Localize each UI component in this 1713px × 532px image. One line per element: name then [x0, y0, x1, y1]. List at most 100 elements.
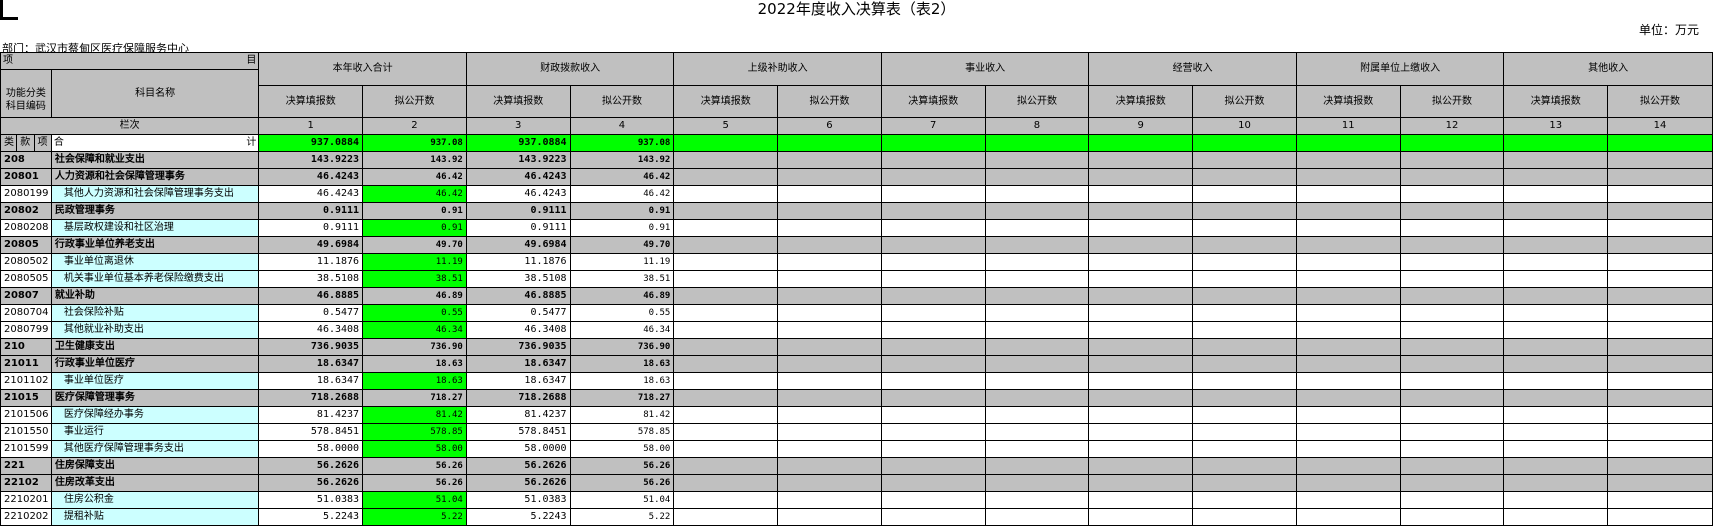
row-value-13[interactable]: [1503, 440, 1609, 458]
row-value-13[interactable]: [1503, 423, 1609, 441]
row-value-4[interactable]: 18.63: [569, 372, 675, 390]
row-value-7[interactable]: [880, 304, 986, 322]
row-value-4[interactable]: 0.91: [569, 202, 675, 220]
row-value-13[interactable]: [1503, 474, 1609, 492]
row-value-5[interactable]: [673, 372, 779, 390]
row-value-13[interactable]: [1503, 236, 1609, 254]
row-code[interactable]: 2210201: [0, 491, 52, 509]
row-code[interactable]: 2080199: [0, 185, 52, 203]
row-subject-name[interactable]: 事业运行: [50, 423, 260, 441]
row-value-7[interactable]: [880, 219, 986, 237]
row-value-14[interactable]: [1607, 270, 1713, 288]
row-value-1[interactable]: 46.4243: [258, 185, 364, 203]
row-value-14[interactable]: [1607, 440, 1713, 458]
row-subject-name[interactable]: 住房公积金: [50, 491, 260, 509]
row-value-14[interactable]: [1607, 236, 1713, 254]
row-value-11[interactable]: [1295, 423, 1401, 441]
row-value-8[interactable]: [984, 508, 1090, 526]
row-value-9[interactable]: [1088, 219, 1194, 237]
row-value-11[interactable]: [1295, 253, 1401, 271]
row-value-8[interactable]: [984, 304, 1090, 322]
row-value-3[interactable]: 143.9223: [465, 151, 571, 169]
row-value-3[interactable]: 0.9111: [465, 202, 571, 220]
row-value-7[interactable]: [880, 491, 986, 509]
row-value-12[interactable]: [1399, 270, 1505, 288]
row-subject-name[interactable]: 就业补助: [50, 287, 260, 305]
row-value-5[interactable]: [673, 389, 779, 407]
row-value-2[interactable]: 46.42: [362, 185, 467, 203]
row-value-11[interactable]: [1295, 287, 1401, 305]
row-value-14[interactable]: [1607, 406, 1713, 424]
row-value-5[interactable]: [673, 253, 779, 271]
row-value-2[interactable]: 81.42: [362, 406, 467, 424]
row-value-12[interactable]: [1399, 338, 1505, 356]
row-value-3[interactable]: 49.6984: [465, 236, 571, 254]
row-value-5[interactable]: [673, 304, 779, 322]
row-code[interactable]: 20802: [0, 202, 52, 220]
row-subject-name[interactable]: 社会保险补贴: [50, 304, 260, 322]
row-value-13[interactable]: [1503, 372, 1609, 390]
row-value-6[interactable]: [777, 372, 882, 390]
row-value-1[interactable]: 51.0383: [258, 491, 364, 509]
row-value-12[interactable]: [1399, 321, 1505, 339]
row-value-2[interactable]: 38.51: [362, 270, 467, 288]
row-value-13[interactable]: [1503, 355, 1609, 373]
row-value-8[interactable]: [984, 406, 1090, 424]
row-value-1[interactable]: 46.4243: [258, 168, 364, 186]
row-value-2[interactable]: 49.70: [362, 236, 467, 254]
row-value-6[interactable]: [777, 236, 882, 254]
row-value-3[interactable]: 56.2626: [465, 457, 571, 475]
row-subject-name[interactable]: 住房保障支出: [50, 457, 260, 475]
row-code[interactable]: 21015: [0, 389, 52, 407]
row-value-6[interactable]: [777, 304, 882, 322]
row-code[interactable]: 208: [0, 151, 52, 169]
row-value-10[interactable]: [1192, 440, 1297, 458]
row-code[interactable]: 2080799: [0, 321, 52, 339]
row-value-1[interactable]: 578.8451: [258, 423, 364, 441]
row-value-14[interactable]: [1607, 389, 1713, 407]
row-value-1[interactable]: 736.9035: [258, 338, 364, 356]
row-value-13[interactable]: [1503, 270, 1609, 288]
row-value-11[interactable]: [1295, 202, 1401, 220]
row-value-9[interactable]: [1088, 202, 1194, 220]
row-value-4[interactable]: 11.19: [569, 253, 675, 271]
row-value-3[interactable]: 46.3408: [465, 321, 571, 339]
row-value-2[interactable]: 51.04: [362, 491, 467, 509]
row-value-7[interactable]: [880, 457, 986, 475]
row-value-11[interactable]: [1295, 338, 1401, 356]
row-value-4[interactable]: 46.42: [569, 185, 675, 203]
row-value-14[interactable]: [1607, 372, 1713, 390]
row-value-10[interactable]: [1192, 151, 1297, 169]
row-code[interactable]: 2080502: [0, 253, 52, 271]
row-value-1[interactable]: 56.2626: [258, 474, 364, 492]
row-value-7[interactable]: [880, 185, 986, 203]
row-value-4[interactable]: 51.04: [569, 491, 675, 509]
row-value-5[interactable]: [673, 185, 779, 203]
row-value-14[interactable]: [1607, 253, 1713, 271]
row-value-2[interactable]: 58.00: [362, 440, 467, 458]
row-code[interactable]: 21011: [0, 355, 52, 373]
row-value-5[interactable]: [673, 508, 779, 526]
row-value-1[interactable]: 38.5108: [258, 270, 364, 288]
row-value-10[interactable]: [1192, 474, 1297, 492]
row-value-13[interactable]: [1503, 406, 1609, 424]
row-value-14[interactable]: [1607, 423, 1713, 441]
row-value-6[interactable]: [777, 151, 882, 169]
row-value-5[interactable]: [673, 423, 779, 441]
row-code[interactable]: 2210202: [0, 508, 52, 526]
row-value-9[interactable]: [1088, 236, 1194, 254]
row-value-9[interactable]: [1088, 508, 1194, 526]
row-value-7[interactable]: [880, 389, 986, 407]
row-value-8[interactable]: [984, 253, 1090, 271]
row-value-3[interactable]: 81.4237: [465, 406, 571, 424]
row-value-2[interactable]: 0.91: [362, 219, 467, 237]
row-value-7[interactable]: [880, 440, 986, 458]
row-value-2[interactable]: 46.89: [362, 287, 467, 305]
row-value-1[interactable]: 5.2243: [258, 508, 364, 526]
row-value-9[interactable]: [1088, 304, 1194, 322]
row-value-7[interactable]: [880, 338, 986, 356]
row-value-10[interactable]: [1192, 304, 1297, 322]
row-value-12[interactable]: [1399, 236, 1505, 254]
row-value-10[interactable]: [1192, 185, 1297, 203]
row-value-4[interactable]: 56.26: [569, 474, 675, 492]
